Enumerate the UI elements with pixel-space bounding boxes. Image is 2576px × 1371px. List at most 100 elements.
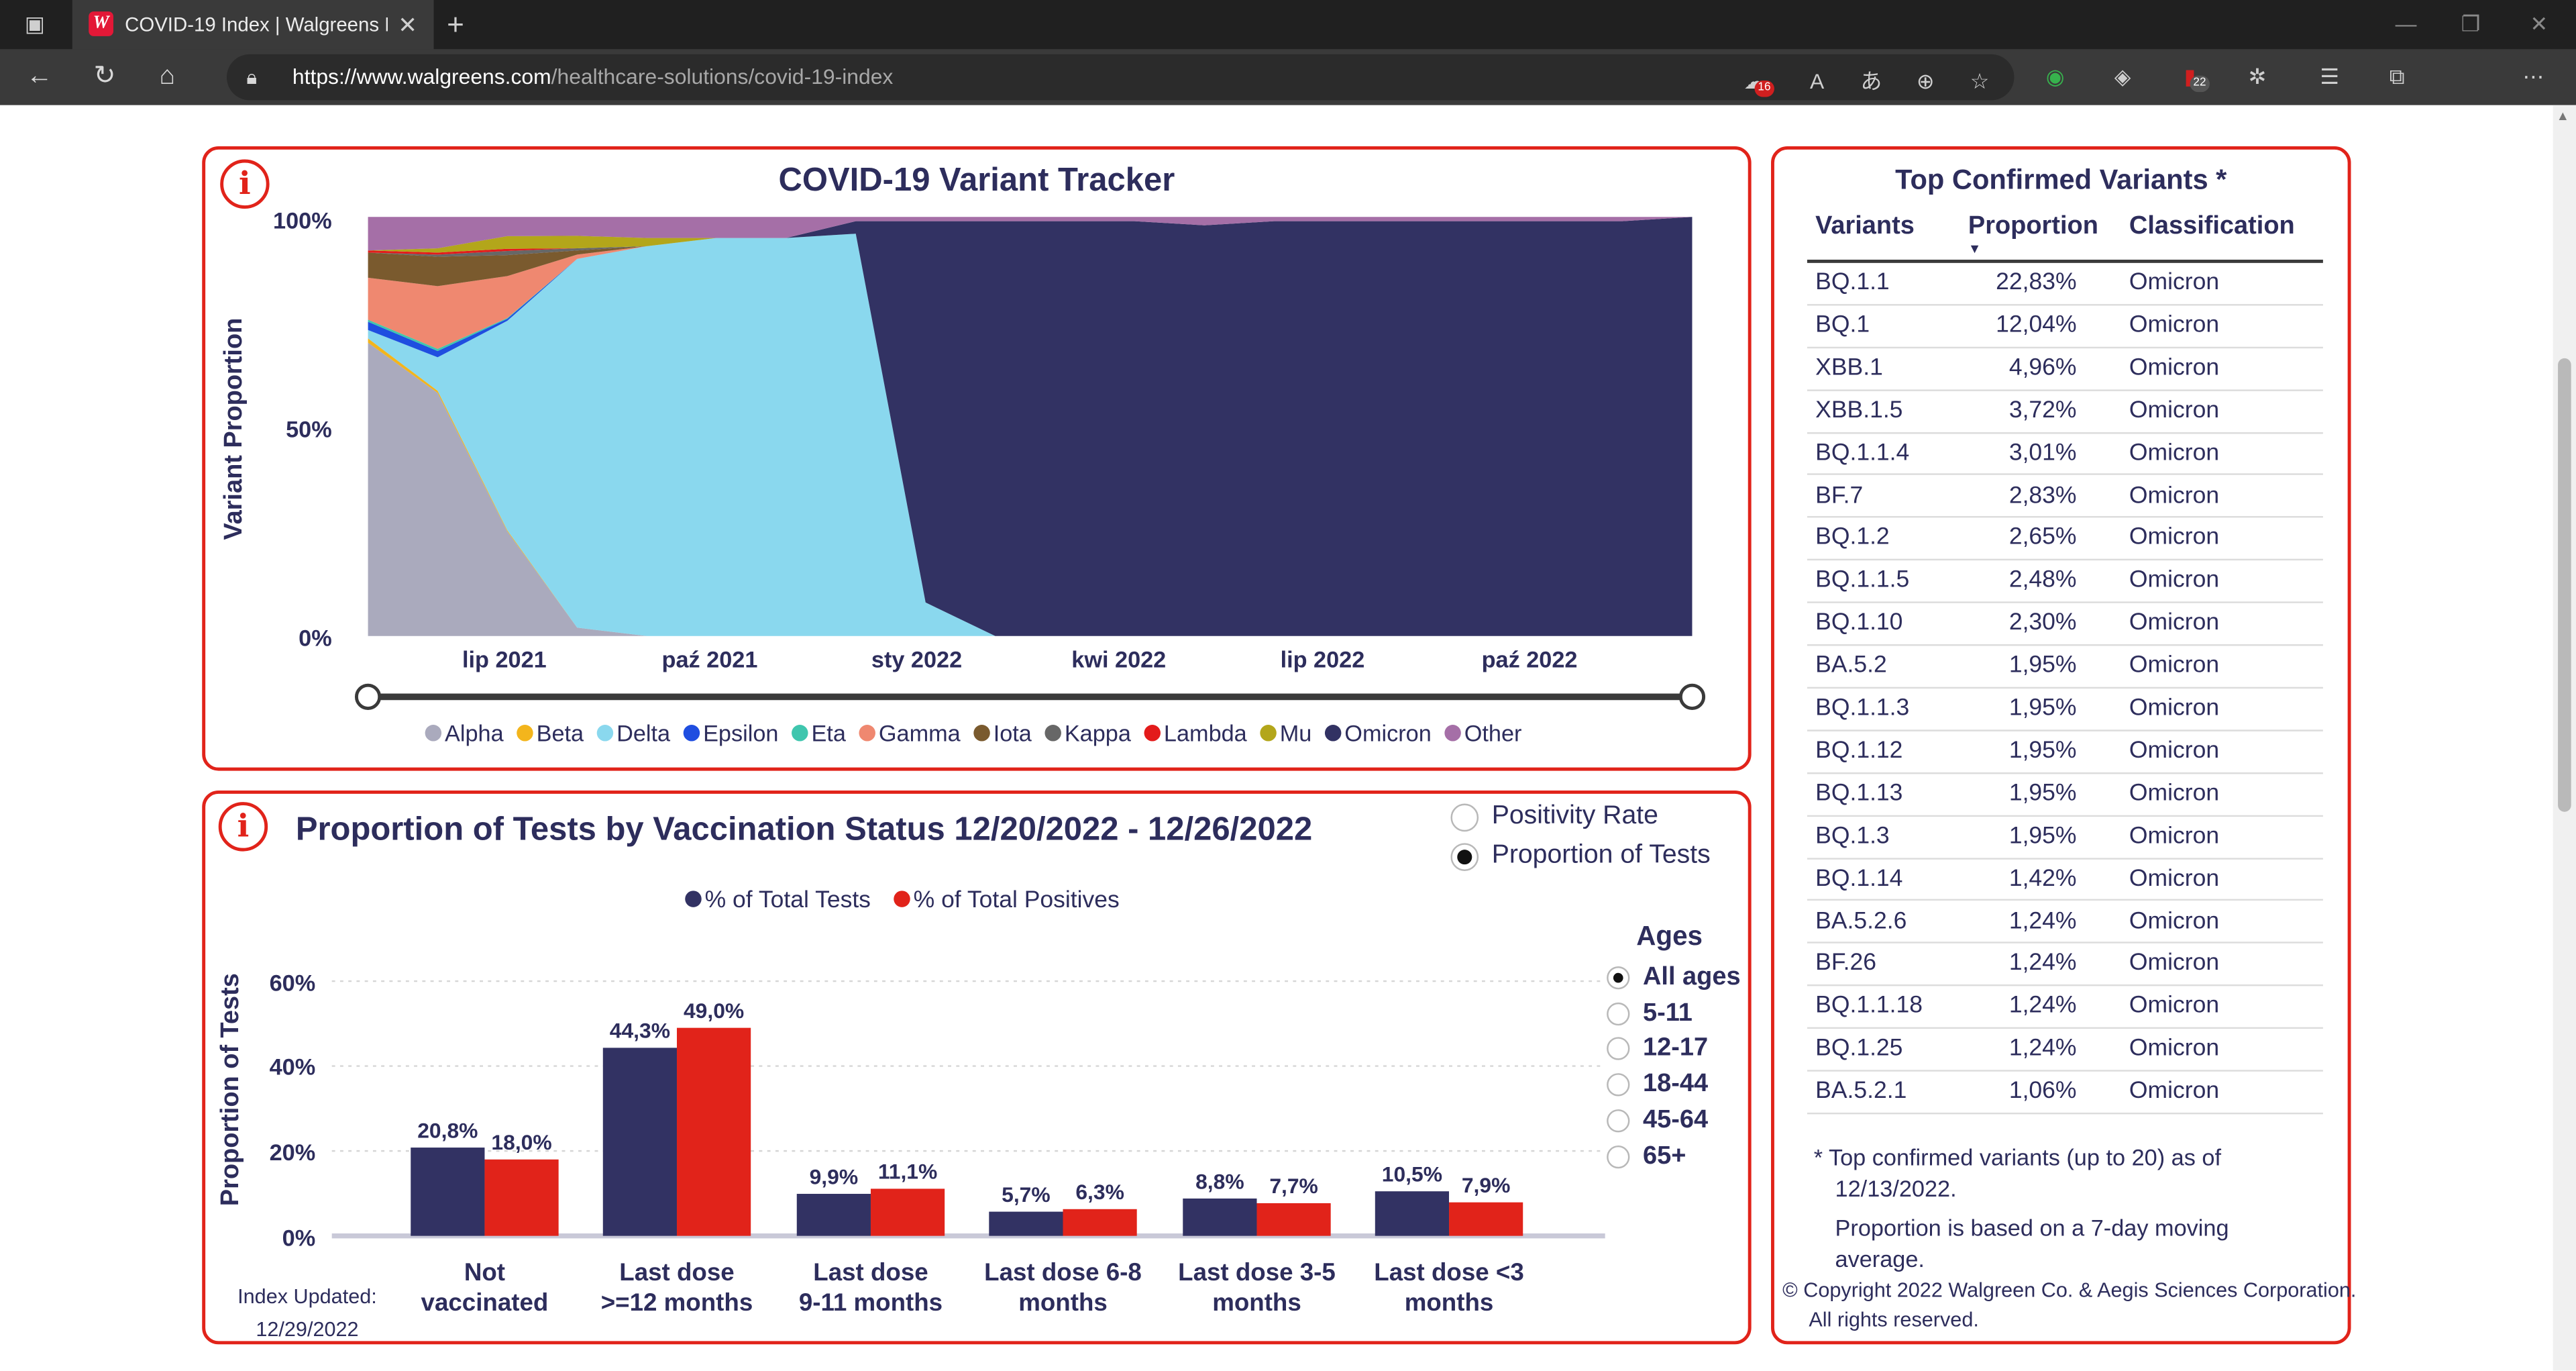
bar-total-tests[interactable]: [1183, 1198, 1257, 1236]
add-favorite-icon[interactable]: ☆: [1964, 66, 1996, 99]
favorites-icon[interactable]: ☰: [2313, 61, 2346, 94]
cell-classification: Omicron: [2129, 354, 2220, 381]
legend-label-gamma[interactable]: Gamma: [879, 721, 961, 746]
legend-label-other[interactable]: Other: [1464, 721, 1522, 746]
home-icon[interactable]: ⌂: [160, 49, 176, 105]
column-header-variants[interactable]: Variants: [1815, 212, 1915, 242]
tab-actions-icon[interactable]: ▣: [25, 0, 45, 49]
bar-total-tests[interactable]: [796, 1194, 871, 1236]
age-option-label[interactable]: 65+: [1643, 1141, 1686, 1171]
legend-label-kappa[interactable]: Kappa: [1065, 721, 1132, 746]
column-header-proportion[interactable]: Proportion: [1968, 212, 2098, 242]
date-range-slider-end-handle[interactable]: [1678, 683, 1706, 710]
bar-total-positives[interactable]: [1256, 1203, 1331, 1236]
tab-title: COVID-19 Index | Walgreens Hea: [125, 13, 388, 36]
close-window-icon[interactable]: ✕: [2530, 0, 2548, 49]
category-label: Last dose 6-8: [984, 1258, 1142, 1286]
cell-proportion: 1,95%: [2008, 738, 2077, 764]
cell-classification: Omicron: [2129, 312, 2220, 339]
new-tab-icon[interactable]: +: [447, 0, 464, 49]
settings-more-icon[interactable]: ⋯: [2517, 61, 2550, 94]
browser-nav-bar: ← ↻ ⌂ 🔒︎ https://www.walgreens.com/healt…: [0, 49, 2576, 105]
browser-tab-active[interactable]: W COVID-19 Index | Walgreens Hea ✕: [72, 0, 434, 50]
bar-total-positives[interactable]: [870, 1188, 945, 1236]
legend-label-lambda[interactable]: Lambda: [1164, 721, 1248, 746]
legend-label-eta[interactable]: Eta: [811, 721, 846, 746]
refresh-icon[interactable]: ↻: [94, 49, 116, 105]
minimize-icon[interactable]: —: [2396, 0, 2417, 49]
category-label: 9-11 months: [799, 1288, 943, 1316]
bar-total-positives[interactable]: [1063, 1209, 1137, 1236]
cell-proportion: 2,83%: [2008, 482, 2077, 509]
cell-variant: BQ.1.13: [1815, 780, 1903, 807]
lock-icon[interactable]: 🔒︎: [246, 54, 257, 101]
age-option-label[interactable]: 5-11: [1643, 999, 1693, 1028]
age-option-label[interactable]: 18-44: [1643, 1070, 1708, 1100]
table-row: BQ.1.25 1,24% Omicron: [1807, 1029, 2323, 1072]
age-radio-5-11[interactable]: [1607, 1002, 1630, 1025]
age-option-label[interactable]: 45-64: [1643, 1106, 1708, 1135]
age-option-label[interactable]: 12-17: [1643, 1034, 1708, 1064]
bar-value-label: 11,1%: [878, 1160, 938, 1184]
bar-total-positives[interactable]: [1449, 1202, 1523, 1236]
cell-proportion: 1,24%: [2008, 1035, 2077, 1062]
bar-total-tests[interactable]: [1375, 1191, 1450, 1236]
extensions-icon[interactable]: ✲: [2241, 61, 2273, 94]
page-scrollbar[interactable]: ▲: [2553, 105, 2576, 1371]
y-axis-label: Proportion of Tests: [216, 973, 244, 1206]
legend-label-beta[interactable]: Beta: [537, 721, 584, 746]
cell-proportion: 1,24%: [2008, 908, 2077, 935]
cell-classification: Omicron: [2129, 610, 2220, 637]
cell-proportion: 3,72%: [2008, 397, 2077, 424]
category-label: Last dose 3-5: [1178, 1258, 1336, 1286]
category-label: Not: [464, 1258, 505, 1286]
address-bar[interactable]: 🔒︎ https://www.walgreens.com/healthcare-…: [226, 54, 2015, 101]
date-range-slider-start-handle[interactable]: [354, 683, 382, 710]
table-row: BA.5.2.1 1,06% Omicron: [1807, 1072, 2323, 1115]
age-radio-45-64[interactable]: [1607, 1109, 1630, 1132]
category-label: >=12 months: [601, 1288, 753, 1316]
tab-close-icon[interactable]: ✕: [398, 0, 417, 49]
sync-extension-icon[interactable]: ◉: [2039, 61, 2072, 94]
bar-value-label: 6,3%: [1075, 1180, 1124, 1204]
legend-label-omicron[interactable]: Omicron: [1344, 721, 1431, 746]
cell-classification: Omicron: [2129, 950, 2220, 977]
legend-dot-iota: [973, 725, 990, 742]
cell-classification: Omicron: [2129, 865, 2220, 892]
translate-icon[interactable]: あ: [1855, 66, 1888, 99]
cell-classification: Omicron: [2129, 652, 2220, 679]
cell-variant: BA.5.2.1: [1815, 1078, 1907, 1105]
shield-badge-icon[interactable]: ☁ 16: [1738, 66, 1774, 99]
age-radio-65+[interactable]: [1607, 1144, 1630, 1168]
restore-icon[interactable]: ❐: [2461, 0, 2481, 49]
y-tick-label: 60%: [270, 971, 316, 997]
cell-proportion: 2,30%: [2008, 610, 2077, 637]
legend-dot-kappa: [1044, 725, 1061, 742]
scrollbar-thumb[interactable]: [2558, 358, 2571, 812]
bar-total-positives[interactable]: [484, 1159, 559, 1236]
bar-total-tests[interactable]: [989, 1211, 1063, 1236]
cell-variant: BQ.1.1.18: [1815, 993, 1923, 1020]
legend-label-mu[interactable]: Mu: [1280, 721, 1312, 746]
age-option-label[interactable]: All ages: [1643, 963, 1741, 993]
legend-label-alpha[interactable]: Alpha: [445, 721, 504, 746]
bar-total-tests[interactable]: [411, 1148, 485, 1236]
sort-desc-icon[interactable]: ▼: [1968, 242, 1981, 256]
cell-proportion: 4,96%: [2008, 354, 2077, 381]
legend-label-iota[interactable]: Iota: [994, 721, 1032, 746]
age-radio-18-44[interactable]: [1607, 1073, 1630, 1097]
collections-icon[interactable]: ⧉: [2381, 61, 2414, 94]
legend-label-delta[interactable]: Delta: [616, 721, 671, 746]
read-aloud-icon[interactable]: A: [1801, 66, 1833, 99]
zoom-icon[interactable]: ⊕: [1909, 66, 1942, 99]
age-radio-all-ages[interactable]: [1607, 966, 1630, 990]
scroll-up-icon[interactable]: ▲: [2557, 109, 2569, 123]
back-icon[interactable]: ←: [26, 49, 52, 105]
adblock-extension-icon[interactable]: ▮ 22: [2174, 61, 2210, 94]
legend-label-epsilon[interactable]: Epsilon: [703, 721, 778, 746]
bar-total-positives[interactable]: [676, 1027, 751, 1236]
column-header-classification[interactable]: Classification: [2129, 212, 2295, 242]
variant-tracker-chart: Variant Proportion 100% 50% 0% lip 2021 …: [219, 208, 1706, 746]
bar-total-tests[interactable]: [602, 1048, 677, 1236]
privacy-extension-icon[interactable]: ◈: [2106, 61, 2139, 94]
